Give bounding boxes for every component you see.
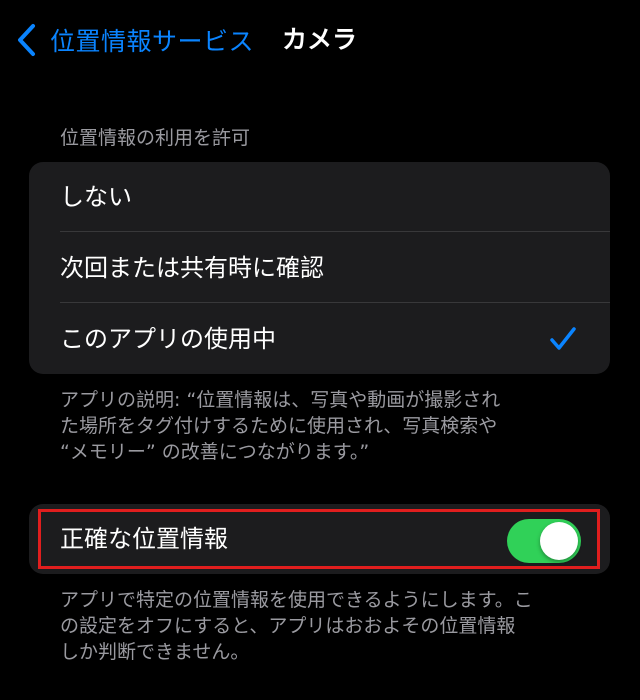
navigation-bar: 位置情報サービス カメラ [0,0,640,84]
divider [60,302,610,303]
precise-location-description-line: の設定をオフにすると、アプリはおおよその位置情報 [60,615,516,637]
location-access-options: しない 次回または共有時に確認 このアプリの使用中 [29,162,610,374]
precise-location-description-line: アプリで特定の位置情報を使用できるようにします。こ [60,589,533,611]
precise-location-label: 正確な位置情報 [60,525,228,553]
app-description: アプリの説明: “位置情報は、写真や動画が撮影され た場所をタグ付けするために使… [60,387,580,465]
option-ask-next-time[interactable]: 次回または共有時に確認 [29,233,610,303]
option-never-label: しない [60,183,132,211]
app-description-line: アプリの説明: “位置情報は、写真や動画が撮影され [60,389,501,411]
page-title: カメラ [282,25,358,54]
chevron-left-icon [16,23,38,57]
option-while-using-label: このアプリの使用中 [60,325,276,353]
precise-location-description: アプリで特定の位置情報を使用できるようにします。こ の設定をオフにすると、アプリ… [60,587,580,665]
option-never[interactable]: しない [29,162,610,232]
section-header-allow-location: 位置情報の利用を許可 [60,127,251,149]
option-while-using[interactable]: このアプリの使用中 [29,304,610,374]
precise-location-row: 正確な位置情報 [29,504,610,574]
toggle-knob [540,522,578,560]
app-description-line: “メモリー” の改善につながります。” [60,441,370,463]
option-ask-next-time-label: 次回または共有時に確認 [60,254,324,282]
app-description-line: た場所をタグ付けするために使用され、写真検索や [60,415,498,437]
precise-location-toggle[interactable] [507,519,581,563]
divider [60,231,610,232]
back-button-label: 位置情報サービス [50,27,255,56]
checkmark-icon [549,326,577,352]
back-button[interactable]: 位置情報サービス [16,20,254,60]
precise-location-description-line: しか判断できません。 [60,641,250,663]
